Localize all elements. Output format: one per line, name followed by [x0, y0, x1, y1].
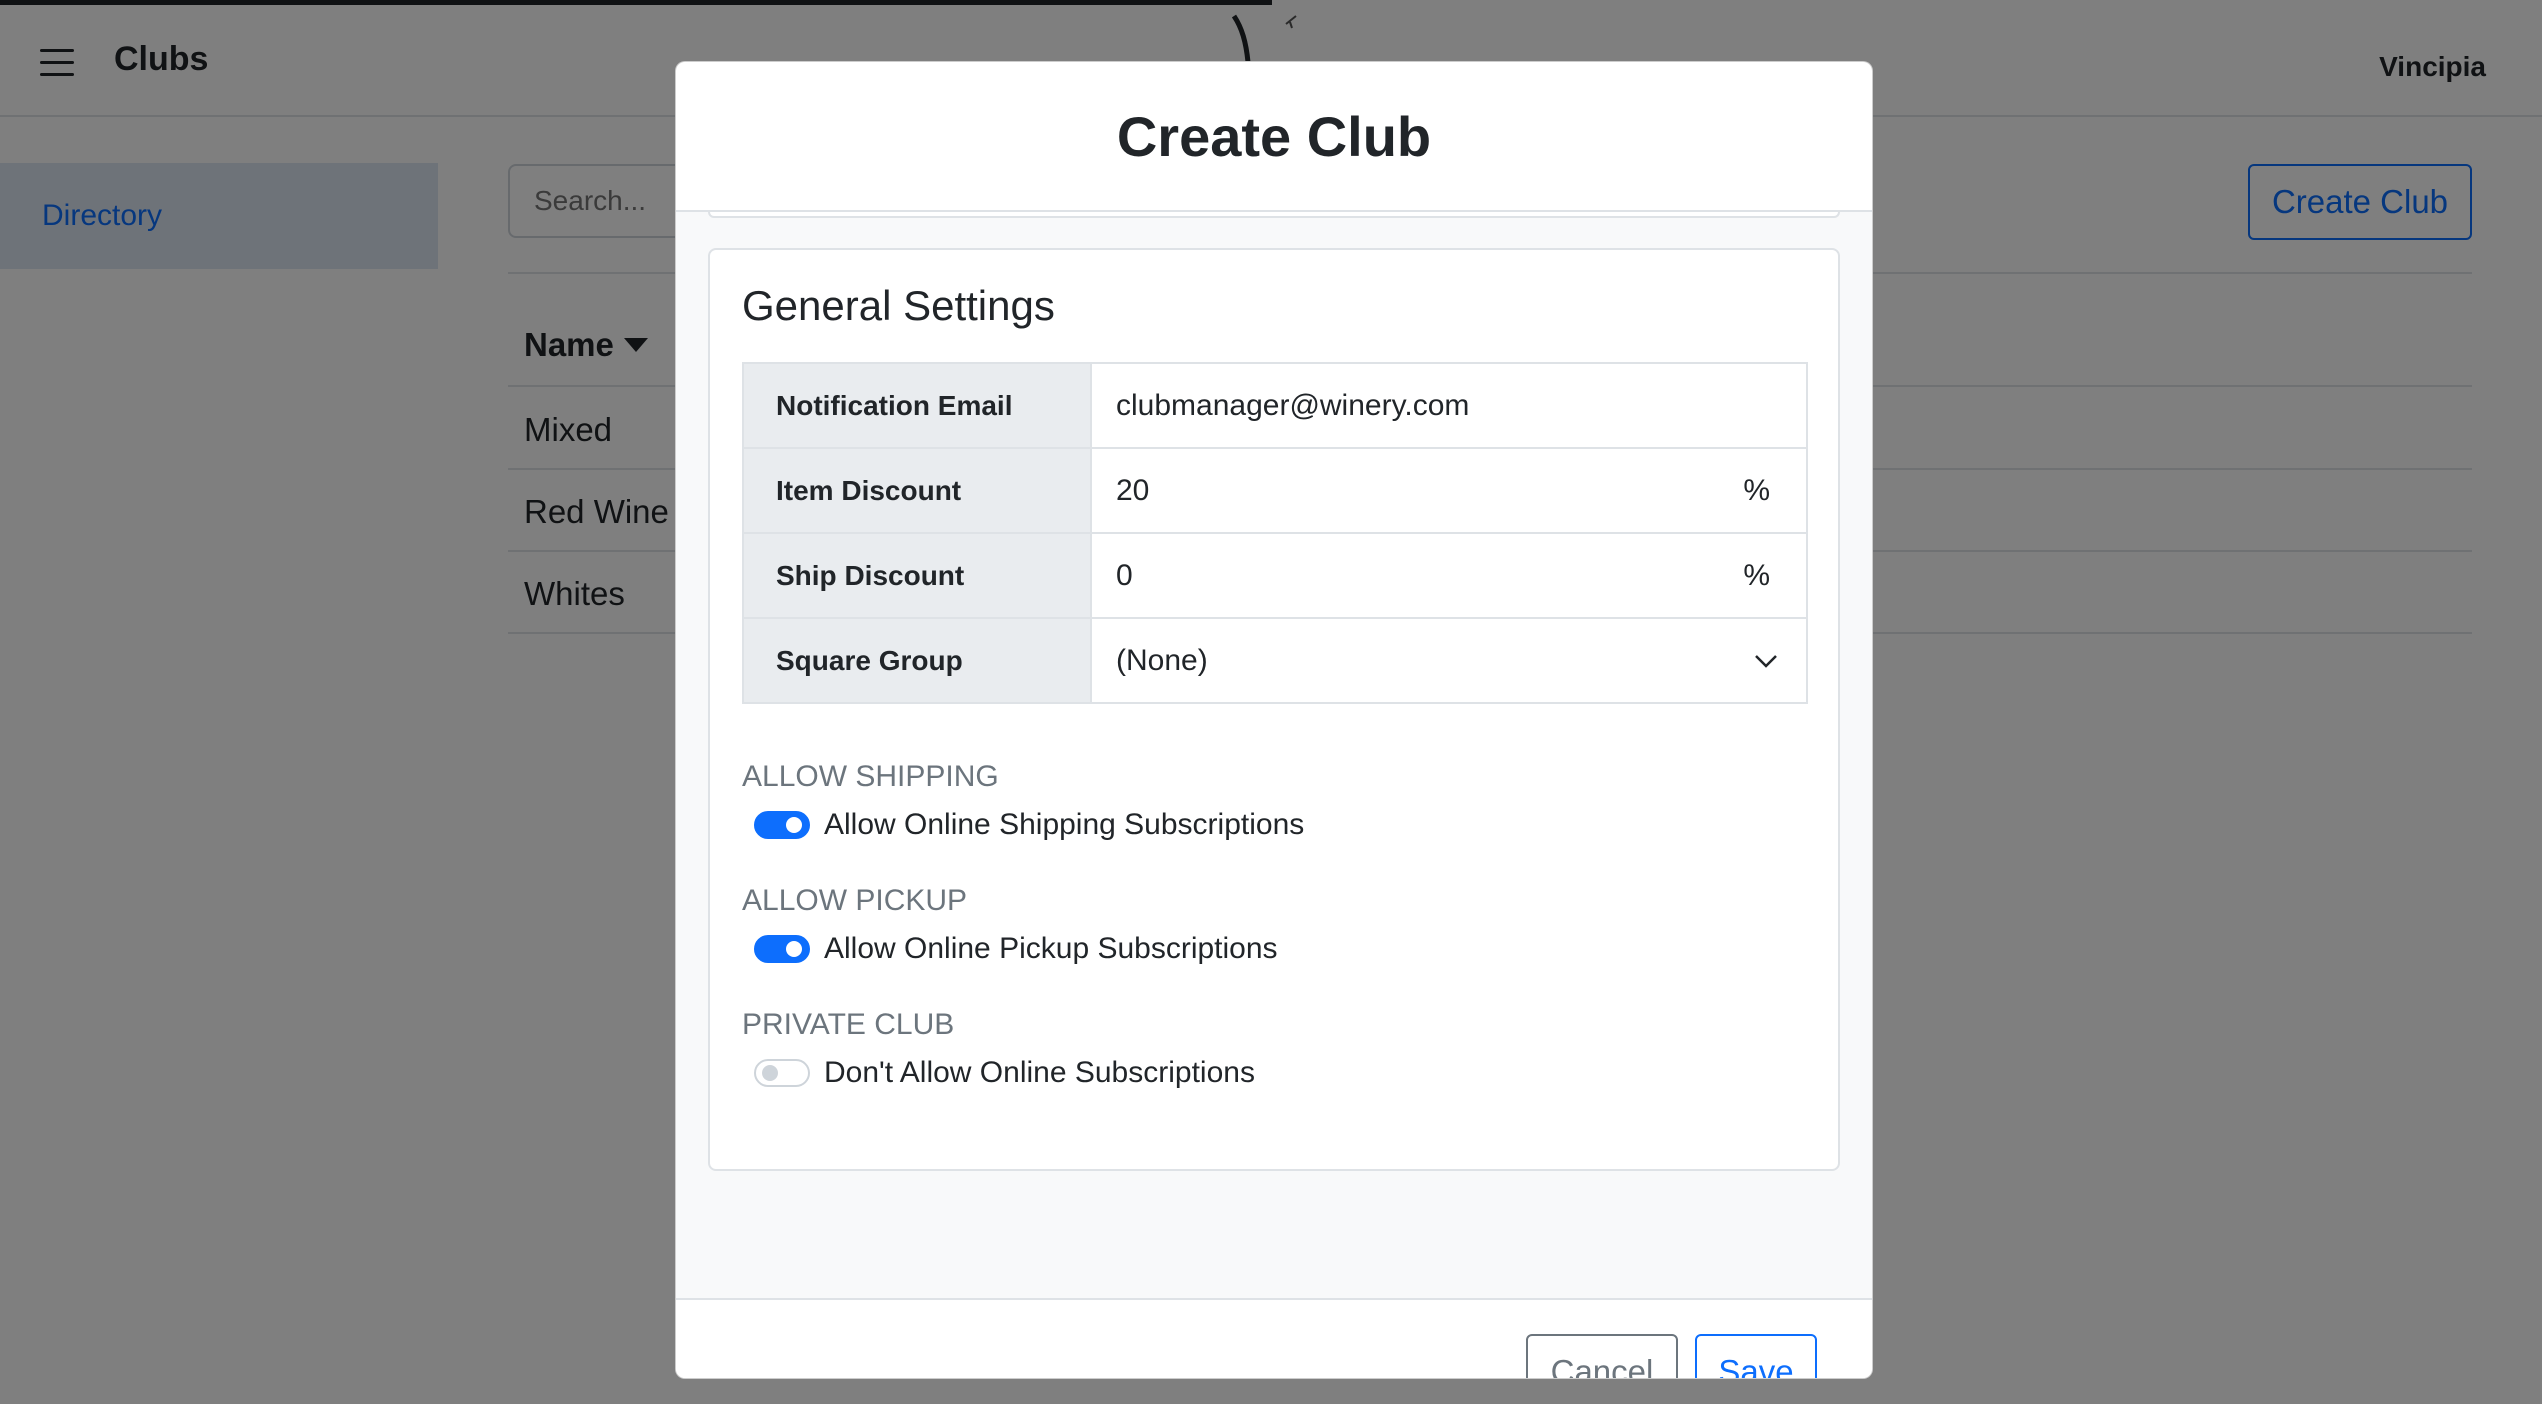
- item-discount-field[interactable]: 20 %: [1090, 447, 1808, 534]
- allow-pickup-toggle[interactable]: Allow Online Pickup Subscriptions: [754, 932, 1278, 966]
- field-value: 20: [1116, 473, 1150, 507]
- toggle-label: Allow Online Pickup Subscriptions: [824, 932, 1278, 965]
- toggle-label: Allow Online Shipping Subscriptions: [824, 808, 1305, 841]
- previous-card-edge: [708, 212, 1840, 218]
- general-settings-card: General Settings Notification Email club…: [708, 248, 1840, 1171]
- table-row: Notification Email clubmanager@winery.co…: [742, 362, 1808, 449]
- app-root: Clubs Vincipia Directory Create Club Nam…: [0, 0, 2542, 1404]
- modal-title: Create Club: [1116, 104, 1432, 168]
- field-label: Ship Discount: [742, 532, 1092, 619]
- toggle-label: Don't Allow Online Subscriptions: [824, 1056, 1255, 1089]
- square-group-select[interactable]: (None): [1090, 617, 1808, 704]
- field-label: Item Discount: [742, 447, 1092, 534]
- field-label: Square Group: [742, 617, 1092, 704]
- section-title: General Settings: [742, 282, 1055, 329]
- allow-shipping-heading: ALLOW SHIPPING: [742, 760, 999, 793]
- field-label: Notification Email: [742, 362, 1092, 449]
- modal-footer: Cancel Save: [676, 1298, 1872, 1378]
- save-button[interactable]: Save: [1695, 1334, 1817, 1378]
- table-row: Item Discount 20 %: [742, 447, 1808, 534]
- cancel-button[interactable]: Cancel: [1526, 1334, 1678, 1378]
- allow-pickup-heading: ALLOW PICKUP: [742, 884, 968, 917]
- private-club-heading: PRIVATE CLUB: [742, 1008, 955, 1041]
- modal-body[interactable]: General Settings Notification Email club…: [676, 212, 1872, 1298]
- toggle-switch-on[interactable]: [754, 935, 810, 963]
- field-value: 0: [1116, 558, 1133, 592]
- private-club-toggle[interactable]: Don't Allow Online Subscriptions: [754, 1056, 1255, 1090]
- settings-table: Notification Email clubmanager@winery.co…: [742, 362, 1808, 704]
- toggle-switch-off[interactable]: [754, 1059, 810, 1087]
- table-row: Square Group (None): [742, 617, 1808, 704]
- notification-email-field[interactable]: clubmanager@winery.com: [1090, 362, 1808, 449]
- create-club-modal: Create Club General Settings Notificatio…: [675, 61, 1873, 1379]
- modal-header: Create Club: [676, 62, 1872, 212]
- percent-suffix: %: [1743, 558, 1770, 592]
- percent-suffix: %: [1743, 473, 1770, 507]
- toggle-switch-on[interactable]: [754, 811, 810, 839]
- select-value: (None): [1116, 643, 1208, 677]
- ship-discount-field[interactable]: 0 %: [1090, 532, 1808, 619]
- allow-shipping-toggle[interactable]: Allow Online Shipping Subscriptions: [754, 808, 1304, 842]
- table-row: Ship Discount 0 %: [742, 532, 1808, 619]
- chevron-down-icon: [1755, 654, 1777, 668]
- field-value: clubmanager@winery.com: [1116, 388, 1470, 422]
